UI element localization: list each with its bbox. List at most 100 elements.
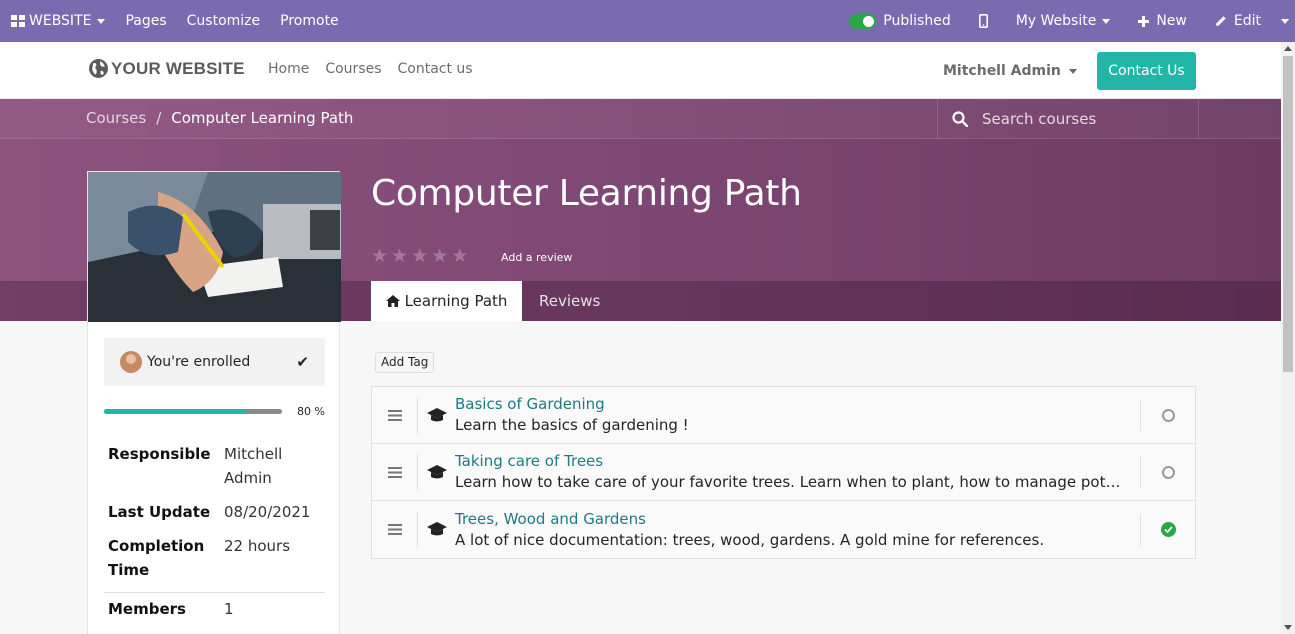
tab-reviews[interactable]: Reviews <box>539 292 600 310</box>
user-name: Mitchell Admin <box>943 63 1061 79</box>
search-courses-input[interactable]: Search courses <box>937 99 1199 139</box>
graduation-cap-icon <box>418 464 455 480</box>
progress-bar <box>104 409 282 414</box>
add-review-link[interactable]: Add a review <box>501 251 572 264</box>
graduation-cap-icon <box>418 407 455 423</box>
admin-bar: WEBSITE Pages Customize Promote Publishe… <box>0 0 1295 42</box>
progress-fill <box>104 409 247 414</box>
info-value: 1 <box>224 600 234 618</box>
avatar <box>120 351 142 373</box>
star-icon: ★ <box>431 245 449 267</box>
list-item: Taking care of Trees Learn how to take c… <box>372 444 1195 501</box>
course-info-table: Responsible Mitchell Admin Last Update 0… <box>104 442 325 631</box>
my-website-label: My Website <box>1015 13 1097 29</box>
star-icon: ★ <box>451 245 469 267</box>
content-title-link[interactable]: Basics of Gardening <box>455 394 1140 414</box>
search-placeholder: Search courses <box>982 110 1097 128</box>
nav-home[interactable]: Home <box>260 61 317 77</box>
globe-icon <box>89 59 108 78</box>
breadcrumb-bar: Courses / Computer Learning Path Search … <box>0 99 1281 139</box>
check-circle-icon <box>1160 522 1176 537</box>
cover-illustration <box>88 172 341 322</box>
plus-icon <box>1138 15 1150 27</box>
toggle-switch-icon <box>849 13 877 29</box>
breadcrumb-separator: / <box>156 109 162 127</box>
edit-button[interactable]: Edit <box>1197 0 1271 42</box>
user-menu[interactable]: Mitchell Admin <box>943 63 1077 79</box>
star-icon: ★ <box>371 245 389 267</box>
course-cover-image <box>88 172 341 322</box>
nav-contact-us[interactable]: Contact us <box>390 61 481 77</box>
completion-status[interactable] <box>1140 513 1195 546</box>
content-description: Learn how to take care of your favorite … <box>455 473 1125 491</box>
rating-stars: ★ ★ ★ ★ ★ <box>371 247 468 266</box>
chevron-down-icon <box>97 18 106 24</box>
published-toggle[interactable]: Published <box>839 0 960 42</box>
list-item: Trees, Wood and Gardens A lot of nice do… <box>372 501 1195 558</box>
more-menu[interactable] <box>1271 0 1295 42</box>
drag-handle-icon[interactable] <box>372 511 418 548</box>
enrollment-status: You're enrolled ✔ <box>104 338 325 386</box>
breadcrumb: Courses / Computer Learning Path <box>86 109 353 127</box>
circle-outline-icon <box>1161 465 1175 479</box>
course-title: Computer Learning Path <box>371 173 802 214</box>
my-website-menu[interactable]: My Website <box>1006 0 1121 42</box>
scroll-up-arrow-icon[interactable] <box>1284 46 1292 51</box>
progress-label: 80 % <box>297 405 325 418</box>
tab-learning-path-label: Learning Path <box>404 292 508 310</box>
promote-menu[interactable]: Promote <box>270 0 349 42</box>
scroll-down-arrow-icon[interactable] <box>1284 625 1292 630</box>
breadcrumb-current: Computer Learning Path <box>171 109 354 127</box>
new-label: New <box>1156 13 1187 29</box>
info-row-responsible: Responsible Mitchell Admin <box>104 442 325 500</box>
content-title-link[interactable]: Trees, Wood and Gardens <box>455 509 1140 529</box>
list-item-text: Taking care of Trees Learn how to take c… <box>455 451 1140 493</box>
home-icon <box>385 295 400 307</box>
mobile-preview-button[interactable] <box>961 0 1006 42</box>
chevron-down-icon <box>1068 68 1077 74</box>
circle-outline-icon <box>1161 408 1175 422</box>
course-content-list: Basics of Gardening Learn the basics of … <box>371 386 1196 559</box>
mobile-icon <box>978 14 988 28</box>
customize-menu[interactable]: Customize <box>177 0 271 42</box>
list-item-text: Trees, Wood and Gardens A lot of nice do… <box>455 509 1140 551</box>
site-logo[interactable]: YOUR WEBSITE <box>88 58 245 79</box>
new-button[interactable]: New <box>1120 0 1197 42</box>
star-icon: ★ <box>391 245 409 267</box>
apps-grid-icon <box>11 15 25 27</box>
main-nav: Home Courses Contact us <box>260 61 481 77</box>
completion-status[interactable] <box>1140 456 1195 488</box>
nav-courses[interactable]: Courses <box>317 61 389 77</box>
info-row-last-update: Last Update 08/20/2021 <box>104 500 325 534</box>
breadcrumb-courses[interactable]: Courses <box>86 109 146 127</box>
website-menu[interactable]: WEBSITE <box>0 0 115 42</box>
list-item: Basics of Gardening Learn the basics of … <box>372 387 1195 444</box>
contact-us-button[interactable]: Contact Us <box>1097 52 1196 90</box>
star-icon: ★ <box>411 245 429 267</box>
completion-status[interactable] <box>1140 399 1195 431</box>
website-menu-label: WEBSITE <box>29 13 92 29</box>
logo-text: YOUR WEBSITE <box>111 58 245 78</box>
info-value: Mitchell Admin <box>224 445 283 487</box>
info-key: Last Update <box>108 503 211 521</box>
edit-label: Edit <box>1233 13 1261 29</box>
pages-menu[interactable]: Pages <box>115 0 176 42</box>
list-item-text: Basics of Gardening Learn the basics of … <box>455 394 1140 436</box>
search-icon <box>952 111 968 127</box>
add-tag-button[interactable]: Add Tag <box>375 352 435 373</box>
info-value: 08/20/2021 <box>224 503 311 521</box>
pencil-icon <box>1215 16 1226 26</box>
scrollbar-thumb[interactable] <box>1283 56 1293 372</box>
tab-learning-path[interactable]: Learning Path <box>371 281 522 321</box>
info-key: Members <box>108 600 186 618</box>
drag-handle-icon[interactable] <box>372 453 418 491</box>
published-label: Published <box>883 13 951 29</box>
content-title-link[interactable]: Taking care of Trees <box>455 451 1140 471</box>
page-scrollbar[interactable] <box>1281 42 1295 634</box>
course-sidebar-card: You're enrolled ✔ 80 % Responsible Mitch… <box>87 171 341 634</box>
chevron-down-icon <box>1102 18 1111 24</box>
drag-handle-icon[interactable] <box>372 396 418 434</box>
info-key: Completion Time <box>108 537 205 579</box>
enrolled-label: You're enrolled <box>147 354 251 370</box>
site-header: YOUR WEBSITE Home Courses Contact us Mit… <box>0 42 1281 99</box>
